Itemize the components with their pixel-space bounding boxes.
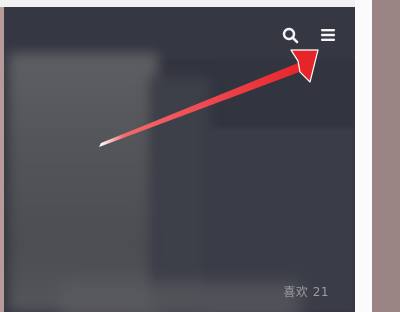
search-button[interactable]: [281, 26, 299, 44]
likes-count: 喜欢 21: [283, 285, 329, 299]
top-frame: [0, 0, 372, 7]
menu-icon: [321, 29, 335, 41]
right-frame: [355, 0, 372, 312]
blurred-content: [150, 77, 210, 307]
menu-button[interactable]: [319, 26, 337, 44]
blurred-thumbnail[interactable]: [8, 53, 158, 312]
left-edge: [0, 7, 4, 312]
header-actions: [281, 26, 337, 44]
search-icon: [282, 27, 298, 43]
app-screen: 喜欢 21: [0, 7, 355, 312]
app-header: [0, 7, 355, 59]
background-margin: [372, 0, 400, 312]
screenshot: 喜欢 21: [0, 0, 400, 312]
blurred-footer: [60, 282, 300, 312]
